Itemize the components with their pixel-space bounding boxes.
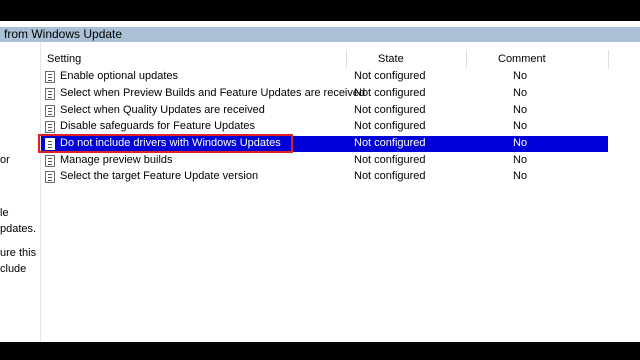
setting-state: Not configured <box>354 70 426 82</box>
table-row[interactable]: Select when Quality Updates are received… <box>41 103 608 119</box>
policy-setting-icon <box>45 121 55 133</box>
policy-setting-icon <box>45 171 55 183</box>
column-header-state[interactable]: State <box>378 53 404 65</box>
description-line: clude <box>0 263 27 275</box>
setting-name: Select when Preview Builds and Feature U… <box>60 87 366 99</box>
policy-setting-icon <box>45 71 55 83</box>
setting-comment: No <box>513 104 528 116</box>
setting-state: Not configured <box>354 170 426 182</box>
table-row-selected[interactable]: Do not include drivers with Windows Upda… <box>41 136 608 152</box>
column-separator[interactable] <box>346 50 347 69</box>
breadcrumb: from Windows Update <box>0 27 640 42</box>
setting-state: Not configured <box>354 137 426 149</box>
column-header-comment[interactable]: Comment <box>498 53 546 65</box>
setting-name: Select when Quality Updates are received <box>60 104 265 116</box>
setting-name: Disable safeguards for Feature Updates <box>60 120 256 132</box>
table-row[interactable]: Disable safeguards for Feature Updates N… <box>41 119 608 135</box>
column-separator[interactable] <box>466 50 467 69</box>
setting-comment: No <box>513 87 528 99</box>
description-line: or <box>0 154 10 166</box>
setting-state: Not configured <box>354 87 426 99</box>
setting-comment: No <box>513 170 528 182</box>
description-pane: or le pdates. ure this clude <box>0 42 40 342</box>
setting-comment: No <box>513 70 528 82</box>
setting-state: Not configured <box>354 154 426 166</box>
setting-name: Do not include drivers with Windows Upda… <box>60 137 281 149</box>
setting-state: Not configured <box>354 120 426 132</box>
setting-name: Manage preview builds <box>60 154 173 166</box>
policy-setting-icon <box>45 88 55 100</box>
policy-setting-icon <box>45 155 55 167</box>
table-header: Setting State Comment <box>41 53 611 67</box>
setting-name: Enable optional updates <box>60 70 179 82</box>
setting-comment: No <box>513 137 528 149</box>
policy-setting-icon <box>45 138 55 150</box>
setting-name: Select the target Feature Update version <box>60 170 259 182</box>
table-row[interactable]: Manage preview builds Not configured No <box>41 153 608 169</box>
setting-state: Not configured <box>354 104 426 116</box>
table-row[interactable]: Enable optional updates Not configured N… <box>41 69 608 85</box>
description-line: pdates. <box>0 223 37 235</box>
policy-setting-icon <box>45 105 55 117</box>
table-row[interactable]: Select when Preview Builds and Feature U… <box>41 86 608 102</box>
setting-comment: No <box>513 120 528 132</box>
column-separator[interactable] <box>608 50 609 69</box>
setting-comment: No <box>513 154 528 166</box>
description-line: le <box>0 207 9 219</box>
table-row[interactable]: Select the target Feature Update version… <box>41 169 608 185</box>
column-header-setting[interactable]: Setting <box>47 53 81 65</box>
description-line: ure this <box>0 247 37 259</box>
